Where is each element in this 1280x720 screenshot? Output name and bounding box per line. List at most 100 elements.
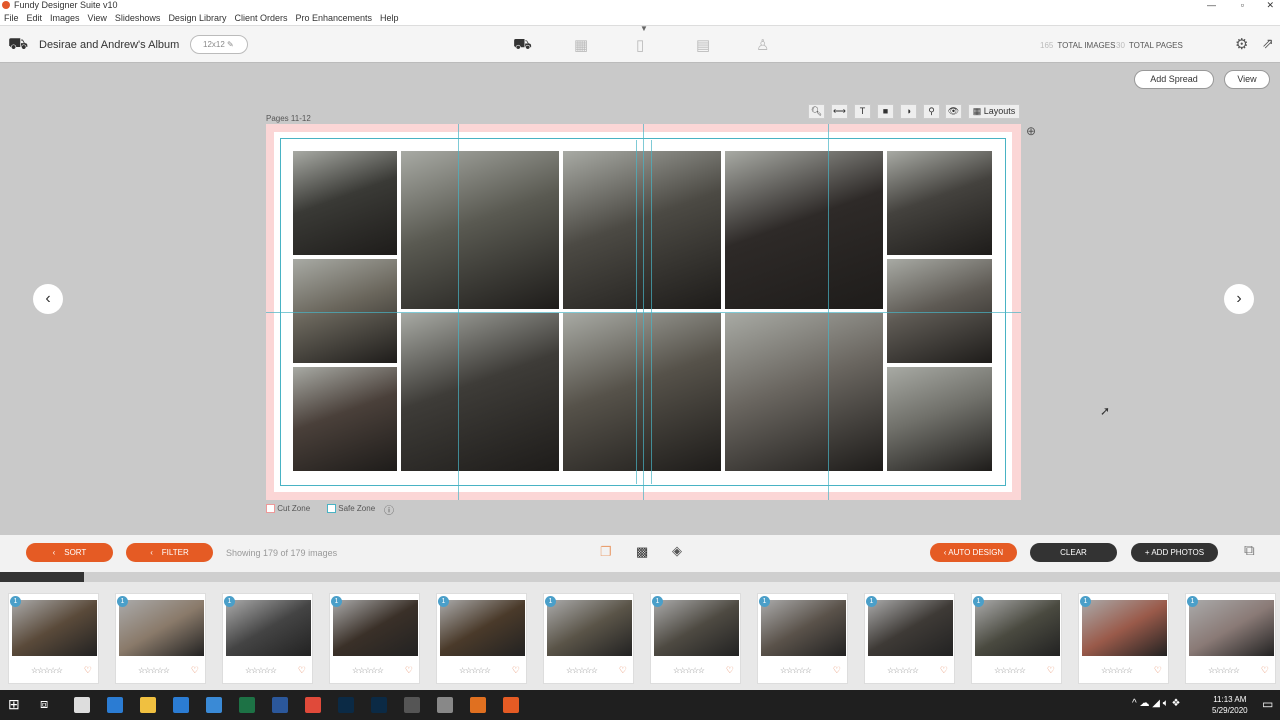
filmstrip-thumbnail[interactable]: 1 ☆☆☆☆☆ ♡ — [115, 593, 206, 684]
star-rating[interactable]: ☆☆☆☆☆ — [566, 666, 598, 675]
favorite-heart-icon[interactable]: ♡ — [940, 665, 948, 676]
search-icon[interactable] — [74, 697, 90, 713]
filmstrip-thumbnail[interactable]: 1 ☆☆☆☆☆ ♡ — [329, 593, 420, 684]
spread-photo[interactable] — [724, 312, 884, 472]
star-rating[interactable]: ☆☆☆☆☆ — [31, 666, 63, 675]
favorite-heart-icon[interactable]: ♡ — [191, 665, 199, 676]
color-icon[interactable]: ◑ — [900, 104, 917, 119]
menu-client-orders[interactable]: Client Orders — [234, 13, 287, 23]
spread-photo[interactable] — [292, 150, 398, 256]
cards-icon[interactable]: ▤ — [696, 36, 710, 54]
favorite-heart-icon[interactable]: ♡ — [1154, 665, 1162, 676]
spread-photo[interactable] — [292, 366, 398, 472]
favorite-heart-icon[interactable]: ♡ — [1047, 665, 1055, 676]
filmstrip-thumbnail[interactable]: 1 ☆☆☆☆☆ ♡ — [1078, 593, 1169, 684]
stack-images-icon[interactable]: ❐ — [600, 544, 612, 560]
filmstrip-thumbnail[interactable]: 1 ☆☆☆☆☆ ♡ — [8, 593, 99, 684]
safe-zone-checkbox[interactable] — [327, 504, 336, 514]
spread-photo[interactable] — [400, 150, 560, 310]
expand-filmstrip-icon[interactable]: ⧉ — [1244, 542, 1255, 559]
proofing-icon[interactable]: ▦ — [574, 36, 588, 54]
sort-button[interactable]: ‹ SORT — [26, 543, 113, 562]
filmstrip-thumbnail[interactable]: 1 ☆☆☆☆☆ ♡ — [1185, 593, 1276, 684]
favorite-heart-icon[interactable]: ♡ — [405, 665, 413, 676]
zoom-icon[interactable]: 🔍︎ — [808, 104, 825, 119]
add-page-icon[interactable]: ⊕ — [1026, 124, 1036, 138]
fundy-icon[interactable] — [503, 697, 519, 713]
sublime-icon[interactable] — [470, 697, 486, 713]
export-icon[interactable]: ⇗ — [1262, 35, 1274, 52]
system-tray-icons[interactable]: ^ ☁ ◢ 🔈︎ ❖ — [1132, 698, 1180, 709]
filmstrip-thumbnail[interactable]: 1 ☆☆☆☆☆ ♡ — [971, 593, 1062, 684]
menu-slideshows[interactable]: Slideshows — [115, 13, 161, 23]
menu-help[interactable]: Help — [380, 13, 399, 23]
spread-photo[interactable] — [724, 150, 884, 310]
spread-photo[interactable] — [562, 150, 722, 310]
filter-button[interactable]: ‹ FILTER — [126, 543, 213, 562]
star-rating[interactable]: ☆☆☆☆☆ — [459, 666, 491, 675]
word-icon[interactable] — [272, 697, 288, 713]
menu-file[interactable]: File — [4, 13, 19, 23]
favorite-heart-icon[interactable]: ♡ — [512, 665, 520, 676]
menu-images[interactable]: Images — [50, 13, 80, 23]
clear-button[interactable]: CLEAR — [1030, 543, 1117, 562]
task-view-icon[interactable]: ⧈ — [40, 696, 48, 712]
help-icon[interactable]: ⓘ — [384, 502, 394, 517]
filmstrip-thumbnail[interactable]: 1 ☆☆☆☆☆ ♡ — [757, 593, 848, 684]
auto-design-button[interactable]: ‹ AUTO DESIGN — [930, 543, 1017, 562]
grid-view-icon[interactable]: ▩ — [636, 544, 648, 560]
filmstrip-scrollbar[interactable] — [0, 572, 1280, 582]
add-photos-button[interactable]: + ADD PHOTOS — [1131, 543, 1218, 562]
filmstrip-thumbnail[interactable]: 1 ☆☆☆☆☆ ♡ — [650, 593, 741, 684]
scrollbar-thumb[interactable] — [0, 572, 85, 582]
menu-pro-enhancements[interactable]: Pro Enhancements — [295, 13, 372, 23]
settings-icon[interactable] — [437, 697, 453, 713]
favorite-heart-icon[interactable]: ♡ — [298, 665, 306, 676]
favorite-heart-icon[interactable]: ♡ — [833, 665, 841, 676]
start-icon[interactable]: ⊞ — [8, 696, 20, 713]
star-rating[interactable]: ☆☆☆☆☆ — [994, 666, 1026, 675]
close-button[interactable]: ✕ — [1266, 0, 1274, 10]
favorite-heart-icon[interactable]: ♡ — [726, 665, 734, 676]
calculator-icon[interactable] — [404, 697, 420, 713]
ruler-icon[interactable]: ⟷ — [831, 104, 848, 119]
clock[interactable]: 11:13 AM 5/29/2020 — [1212, 694, 1248, 716]
cut-zone-checkbox[interactable] — [266, 504, 275, 514]
text-icon[interactable]: T — [854, 104, 871, 119]
maximize-button[interactable]: ▫ — [1241, 0, 1244, 10]
edge-icon[interactable] — [107, 697, 123, 713]
favorite-heart-icon[interactable]: ♡ — [84, 665, 92, 676]
star-rating[interactable]: ☆☆☆☆☆ — [887, 666, 919, 675]
lightroom-icon[interactable] — [371, 697, 387, 713]
album-spread[interactable] — [266, 124, 1021, 500]
wall-art-icon[interactable]: ▯ — [636, 36, 644, 54]
preview-icon[interactable]: 👁︎ — [945, 104, 962, 119]
menu-edit[interactable]: Edit — [27, 13, 43, 23]
album-design-icon[interactable]: ⛟ — [513, 36, 532, 55]
menu-design-library[interactable]: Design Library — [168, 13, 226, 23]
next-spread-button[interactable]: › — [1224, 284, 1254, 314]
star-rating[interactable]: ☆☆☆☆☆ — [673, 666, 705, 675]
shadow-icon[interactable]: ■ — [877, 104, 894, 119]
settings-gear-icon[interactable]: ⚙ — [1235, 35, 1248, 53]
spread-photo[interactable] — [400, 312, 560, 472]
file-explorer-icon[interactable] — [140, 697, 156, 713]
star-rating[interactable]: ☆☆☆☆☆ — [352, 666, 384, 675]
star-rating[interactable]: ☆☆☆☆☆ — [780, 666, 812, 675]
excel-icon[interactable] — [239, 697, 255, 713]
photoshop-icon[interactable] — [338, 697, 354, 713]
spread-photo[interactable] — [886, 150, 993, 256]
spread-photo[interactable] — [292, 258, 398, 364]
star-rating[interactable]: ☆☆☆☆☆ — [245, 666, 277, 675]
minimize-button[interactable]: — — [1207, 0, 1216, 10]
add-spread-button[interactable]: Add Spread — [1134, 70, 1214, 89]
menu-view[interactable]: View — [88, 13, 107, 23]
cut-zone-toggle[interactable]: Cut Zone — [266, 504, 310, 514]
star-rating[interactable]: ☆☆☆☆☆ — [1208, 666, 1240, 675]
eyedropper-icon[interactable]: ⚲ — [923, 104, 940, 119]
previous-spread-button[interactable]: ‹ — [33, 284, 63, 314]
album-size-button[interactable]: 12x12 ✎ — [190, 35, 248, 54]
view-button[interactable]: View — [1224, 70, 1270, 89]
filmstrip-thumbnail[interactable]: 1 ☆☆☆☆☆ ♡ — [864, 593, 955, 684]
star-rating[interactable]: ☆☆☆☆☆ — [1101, 666, 1133, 675]
